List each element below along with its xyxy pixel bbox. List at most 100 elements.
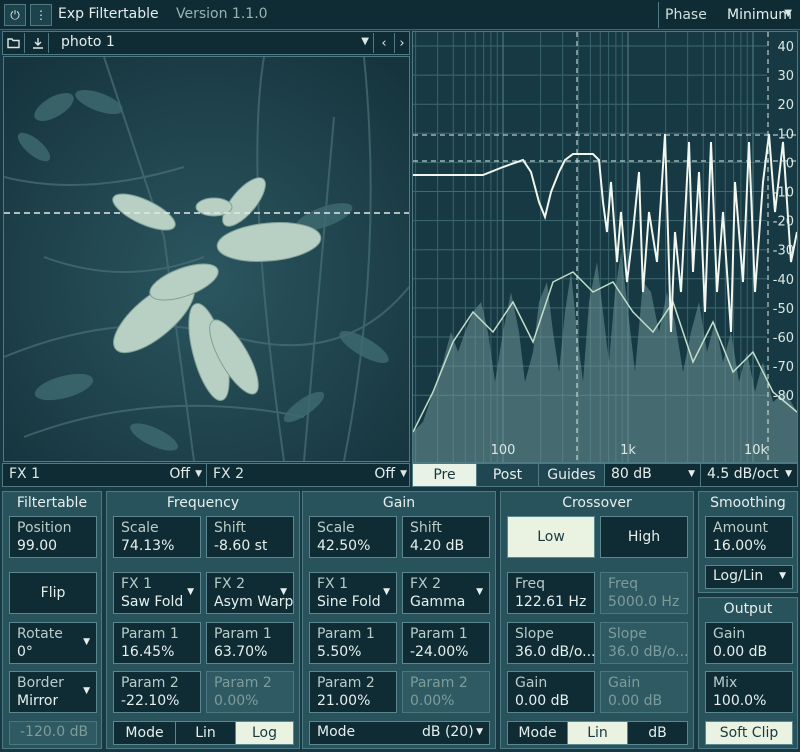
db-tick-label: 0 <box>786 156 794 171</box>
db-tick-label: 10 <box>777 127 794 142</box>
output-title: Output <box>723 601 773 617</box>
crossover-mode-db[interactable]: dB <box>628 722 687 744</box>
post-toggle[interactable]: Post <box>477 464 539 486</box>
phase-selector[interactable]: Phase Minimum ▼ <box>658 2 798 28</box>
crossover-high-tab[interactable]: High <box>600 516 688 558</box>
freq-tick-label: 100 <box>491 443 516 458</box>
freq-fx1-param2-value: -22.10% <box>121 693 180 709</box>
smoothing-amount-knob[interactable]: Amount 16.00% <box>705 516 793 558</box>
freq-fx1-dropdown[interactable]: FX 1 Saw Fold ▼ <box>113 572 201 614</box>
image-preset-dropdown[interactable]: photo 1 ▼ <box>55 33 373 53</box>
crossover-high-slope-value: 36.0 dB/o... <box>608 644 689 660</box>
gain-shift-knob[interactable]: Shift 4.20 dB <box>402 516 490 558</box>
crossover-mode-label: Mode <box>508 722 568 744</box>
spectrum-controls: Pre Post Guides 80 dB ▼ 4.5 dB/oct ▼ <box>412 463 798 487</box>
power-icon[interactable]: ⏻ <box>4 4 26 26</box>
title-bar: ⏻ ⋮ Exp Filtertable Version 1.1.0 Phase … <box>0 0 800 30</box>
freq-scale-knob[interactable]: Scale 74.13% <box>113 516 201 558</box>
output-gain-value: 0.00 dB <box>713 644 768 660</box>
download-icon[interactable] <box>27 33 49 53</box>
crossover-high-freq-label: Freq <box>608 576 638 592</box>
spectrum-graph: 403020100-10-20-30-40-50-60-70-80 100 1k 1… <box>412 32 798 462</box>
gain-scale-value: 42.50% <box>317 538 371 554</box>
gain-title: Gain <box>382 495 416 511</box>
gain-fx2-param1-knob[interactable]: Param 1 -24.00% <box>402 622 490 664</box>
folder-open-icon[interactable] <box>3 33 25 53</box>
freq-fx2-dropdown[interactable]: FX 2 Asym Warp ▼ <box>206 572 294 614</box>
freq-fx2-param1-knob[interactable]: Param 1 63.70% <box>206 622 294 664</box>
freq-fx1-param2-label: Param 2 <box>121 675 179 691</box>
chevron-right-icon[interactable]: › <box>391 33 413 53</box>
freq-mode-log[interactable]: Log <box>236 722 293 744</box>
smoothing-mode-dropdown[interactable]: Log/Lin ▼ <box>705 565 793 589</box>
slope-value: 4.5 dB/oct <box>707 466 779 482</box>
crossover-low-freq-knob[interactable]: Freq 122.61 Hz <box>507 572 595 614</box>
gain-scale-knob[interactable]: Scale 42.50% <box>309 516 397 558</box>
border-dropdown[interactable]: Border Mirror ▼ <box>9 671 97 713</box>
freq-fx1-param1-knob[interactable]: Param 1 16.45% <box>113 622 201 664</box>
freq-fx1-param2-knob[interactable]: Param 2 -22.10% <box>113 671 201 713</box>
position-knob[interactable]: Position 99.00 <box>9 516 97 558</box>
guides-toggle[interactable]: Guides <box>539 464 605 486</box>
position-label: Position <box>17 520 72 536</box>
gain-fx2-param1-value: -24.00% <box>410 644 469 660</box>
image-fx2-dropdown[interactable]: FX 2 Off ▼ <box>207 464 411 486</box>
spectrum-display[interactable]: 40 30 20 10 0 -10 -20 -30 -40 -50 -60 -70 -80 100 1k 1… <box>412 31 798 463</box>
crossover-low-tab[interactable]: Low <box>507 516 595 558</box>
gain-fx1-param2-label: Param 2 <box>317 675 375 691</box>
crossover-high-freq-knob: Freq 5000.0 Hz <box>600 572 688 614</box>
gain-mode-dropdown[interactable]: Mode dB (20) ▼ <box>309 721 490 745</box>
chevron-down-icon: ▼ <box>476 587 483 597</box>
image-fx1-dropdown[interactable]: FX 1 Off ▼ <box>3 464 207 486</box>
threshold-field[interactable]: -120.0 dB <box>9 721 97 745</box>
crossover-high-gain-knob: Gain 0.00 dB <box>600 671 688 713</box>
chevron-down-icon: ▼ <box>383 587 390 597</box>
chevron-down-icon: ▼ <box>195 469 202 479</box>
freq-shift-value: -8.60 st <box>214 538 268 554</box>
pre-toggle[interactable]: Pre <box>413 464 477 486</box>
position-value: 99.00 <box>17 538 58 554</box>
smoothing-mode-value: Log/Lin <box>713 568 764 584</box>
smoothing-panel: Smoothing Amount 16.00% Log/Lin ▼ <box>698 491 798 593</box>
gain-fx1-param2-knob[interactable]: Param 2 21.00% <box>309 671 397 713</box>
crossover-high-gain-value: 0.00 dB <box>608 693 663 709</box>
gain-fx1-param1-value: 5.50% <box>317 644 362 660</box>
range-dropdown[interactable]: 80 dB ▼ <box>605 464 701 486</box>
chevron-down-icon: ▼ <box>187 587 194 597</box>
image-fx1-label: FX 1 <box>9 466 41 482</box>
output-gain-knob[interactable]: Gain 0.00 dB <box>705 622 793 664</box>
gain-fx2-param2-knob: Param 2 0.00% <box>402 671 490 713</box>
freq-shift-knob[interactable]: Shift -8.60 st <box>206 516 294 558</box>
rotate-dropdown[interactable]: Rotate 0° ▼ <box>9 622 97 664</box>
freq-mode-lin[interactable]: Lin <box>176 722 236 744</box>
freq-mode-label: Mode <box>114 722 176 744</box>
crossover-high-slope-knob: Slope 36.0 dB/o... <box>600 622 689 664</box>
rotate-label: Rotate <box>17 626 63 642</box>
freq-shift-label: Shift <box>214 520 246 536</box>
freq-fx2-param2-value: 0.00% <box>214 693 259 709</box>
gain-fx1-param1-knob[interactable]: Param 1 5.50% <box>309 622 397 664</box>
crossover-mode-lin[interactable]: Lin <box>568 722 628 744</box>
chevron-down-icon: ▼ <box>779 571 786 581</box>
flip-button[interactable]: Flip <box>9 572 97 614</box>
crossover-low-slope-knob[interactable]: Slope 36.0 dB/o... <box>507 622 596 664</box>
gain-fx1-label: FX 1 <box>317 576 349 592</box>
crossover-low-slope-label: Slope <box>515 626 554 642</box>
db-tick-label: -80 <box>773 389 794 404</box>
gain-fx2-dropdown[interactable]: FX 2 Gamma ▼ <box>402 572 490 614</box>
db-tick-label: -60 <box>773 331 794 346</box>
gain-mode-value: dB (20) <box>422 724 474 740</box>
crossover-title: Crossover <box>562 495 632 511</box>
crossover-low-gain-knob[interactable]: Gain 0.00 dB <box>507 671 595 713</box>
gain-panel: Gain Scale 42.50% Shift 4.20 dB FX 1 Sin… <box>302 491 496 749</box>
freq-fx1-value: Saw Fold <box>121 594 184 610</box>
db-tick-label: -20 <box>773 215 794 230</box>
slope-dropdown[interactable]: 4.5 dB/oct ▼ <box>701 464 797 486</box>
soft-clip-toggle[interactable]: Soft Clip <box>705 721 793 745</box>
threshold-value: -120.0 dB <box>20 724 89 740</box>
source-image[interactable] <box>3 56 410 462</box>
image-fx-row: FX 1 Off ▼ FX 2 Off ▼ <box>2 463 410 487</box>
gain-fx1-dropdown[interactable]: FX 1 Sine Fold ▼ <box>309 572 397 614</box>
menu-dots-icon[interactable]: ⋮ <box>30 4 52 26</box>
output-mix-knob[interactable]: Mix 100.0% <box>705 671 793 713</box>
